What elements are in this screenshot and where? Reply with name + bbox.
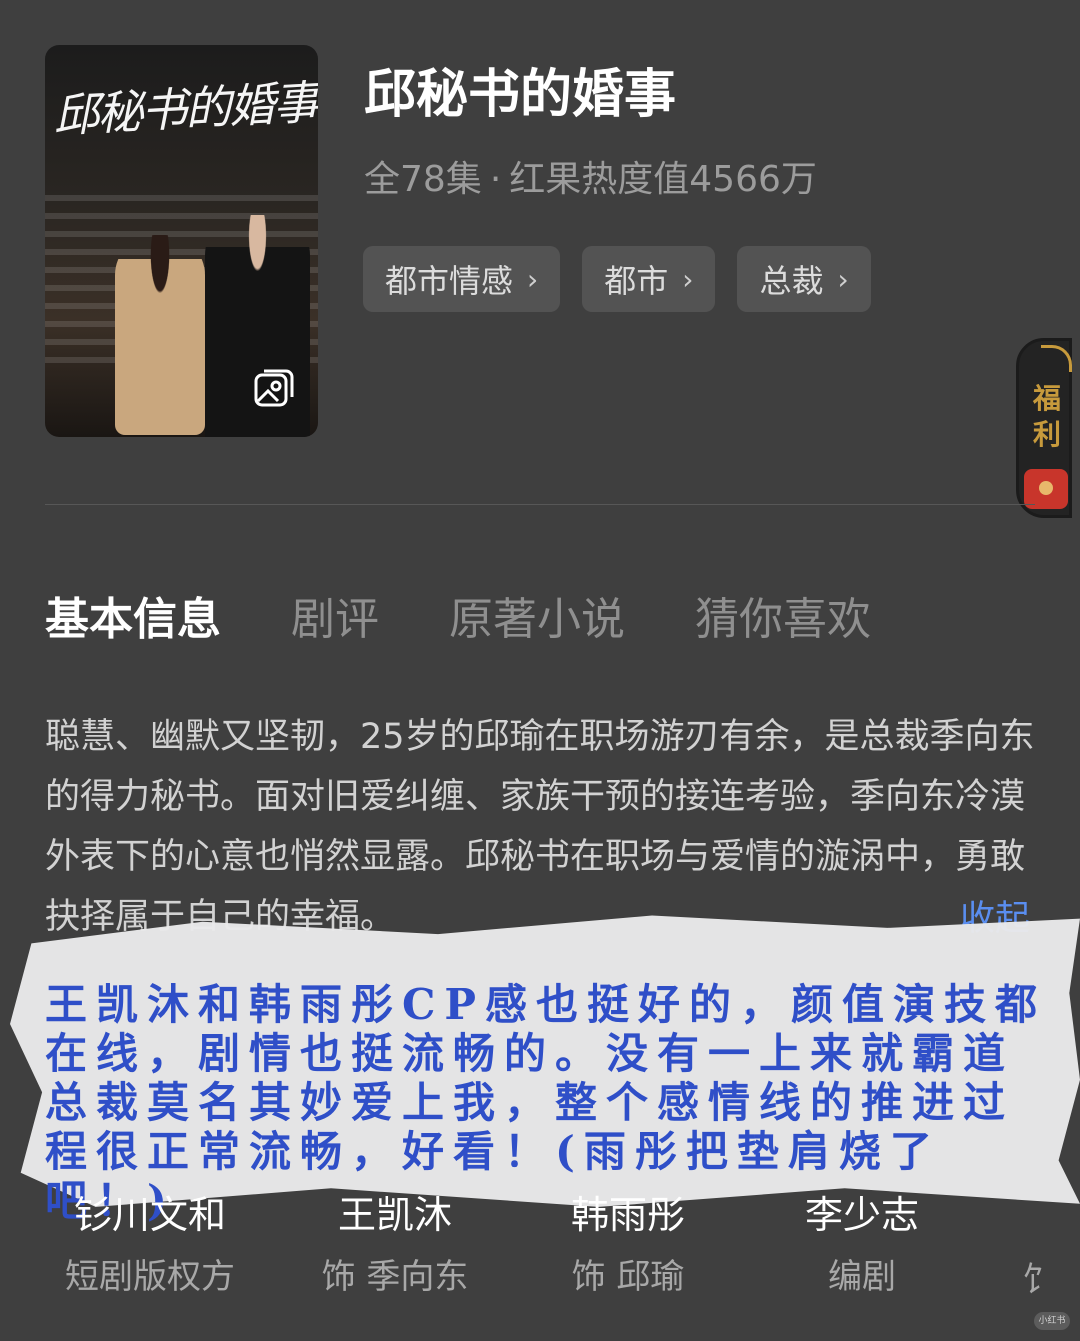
- watermark-badge: 小红书: [1034, 1312, 1070, 1330]
- cast-role: 短剧版权方: [65, 1257, 235, 1297]
- handwritten-note: 王凯沐和韩雨彤CP感也挺好的，颜值演技都在线，剧情也挺流畅的。没有一上来就霸道总…: [45, 980, 1047, 1225]
- genre-tags: 都市情感 › 都市 › 总裁 ›: [363, 246, 871, 312]
- tag-label: 都市: [604, 262, 669, 300]
- cast-item[interactable]: 钐川文和 短剧版权方: [45, 1190, 255, 1302]
- tab-reviews[interactable]: 剧评: [291, 583, 379, 647]
- poster-actress-figure: [115, 235, 205, 435]
- episode-count: 全78集: [364, 159, 482, 200]
- heat-value: 红果热度值4566万: [509, 159, 817, 200]
- cast-role: 饰 邱瑜: [571, 1257, 685, 1297]
- cast-name: 王凯沐: [337, 1193, 452, 1237]
- cast-list: 钐川文和 短剧版权方 王凯沐 饰 季向东 韩雨彤 饰 邱瑜 李少志 编剧: [45, 1190, 1080, 1310]
- cast-item[interactable]: 王凯沐 饰 季向东: [290, 1190, 500, 1302]
- tab-original-novel[interactable]: 原著小说: [449, 583, 625, 647]
- cast-name: 韩雨彤: [570, 1193, 685, 1237]
- cast-role: 编剧: [828, 1257, 896, 1297]
- drama-poster[interactable]: 邱秘书的婚事: [45, 45, 318, 437]
- tag-label: 都市情感: [385, 262, 514, 300]
- detail-tabs: 基本信息 剧评 原著小说 猜你喜欢: [45, 583, 871, 647]
- drama-description: 聪慧、幽默又坚韧，25岁的邱瑜在职场游刃有余，是总裁季向东的得力秘书。面对旧爱纠…: [45, 717, 1035, 937]
- gallery-icon[interactable]: [252, 367, 296, 411]
- progress-arc-icon: [1041, 345, 1072, 372]
- cast-name: 李少志: [804, 1193, 919, 1237]
- chevron-right-icon: ›: [682, 262, 694, 296]
- welfare-label: 福利: [1032, 382, 1061, 451]
- meta-separator: ·: [489, 159, 502, 200]
- cast-item[interactable]: 韩雨彤 饰 邱瑜: [523, 1190, 733, 1302]
- chevron-right-icon: ›: [837, 262, 849, 296]
- cast-name: 钐川文和: [73, 1193, 226, 1237]
- chevron-right-icon: ›: [527, 262, 539, 296]
- tag-label: 总裁: [759, 262, 824, 300]
- drama-title: 邱秘书的婚事: [364, 65, 677, 125]
- section-divider: [45, 504, 1035, 505]
- cast-role: 饰 季向东: [321, 1257, 469, 1297]
- drama-meta: 全78集 · 红果热度值4566万: [364, 150, 817, 202]
- tag-urban-romance[interactable]: 都市情感 ›: [363, 246, 561, 312]
- cast-role-partial: 饣: [1022, 1260, 1056, 1300]
- tab-basic-info[interactable]: 基本信息: [45, 583, 221, 647]
- red-envelope-icon: [1024, 469, 1068, 509]
- welfare-floating-button[interactable]: 福利: [1016, 338, 1072, 518]
- tab-recommendations[interactable]: 猜你喜欢: [695, 583, 871, 647]
- tag-urban[interactable]: 都市 ›: [582, 246, 716, 312]
- cast-item[interactable]: 李少志 编剧: [757, 1190, 967, 1302]
- poster-title-calligraphy: 邱秘书的婚事: [51, 75, 318, 143]
- tag-ceo[interactable]: 总裁 ›: [737, 246, 871, 312]
